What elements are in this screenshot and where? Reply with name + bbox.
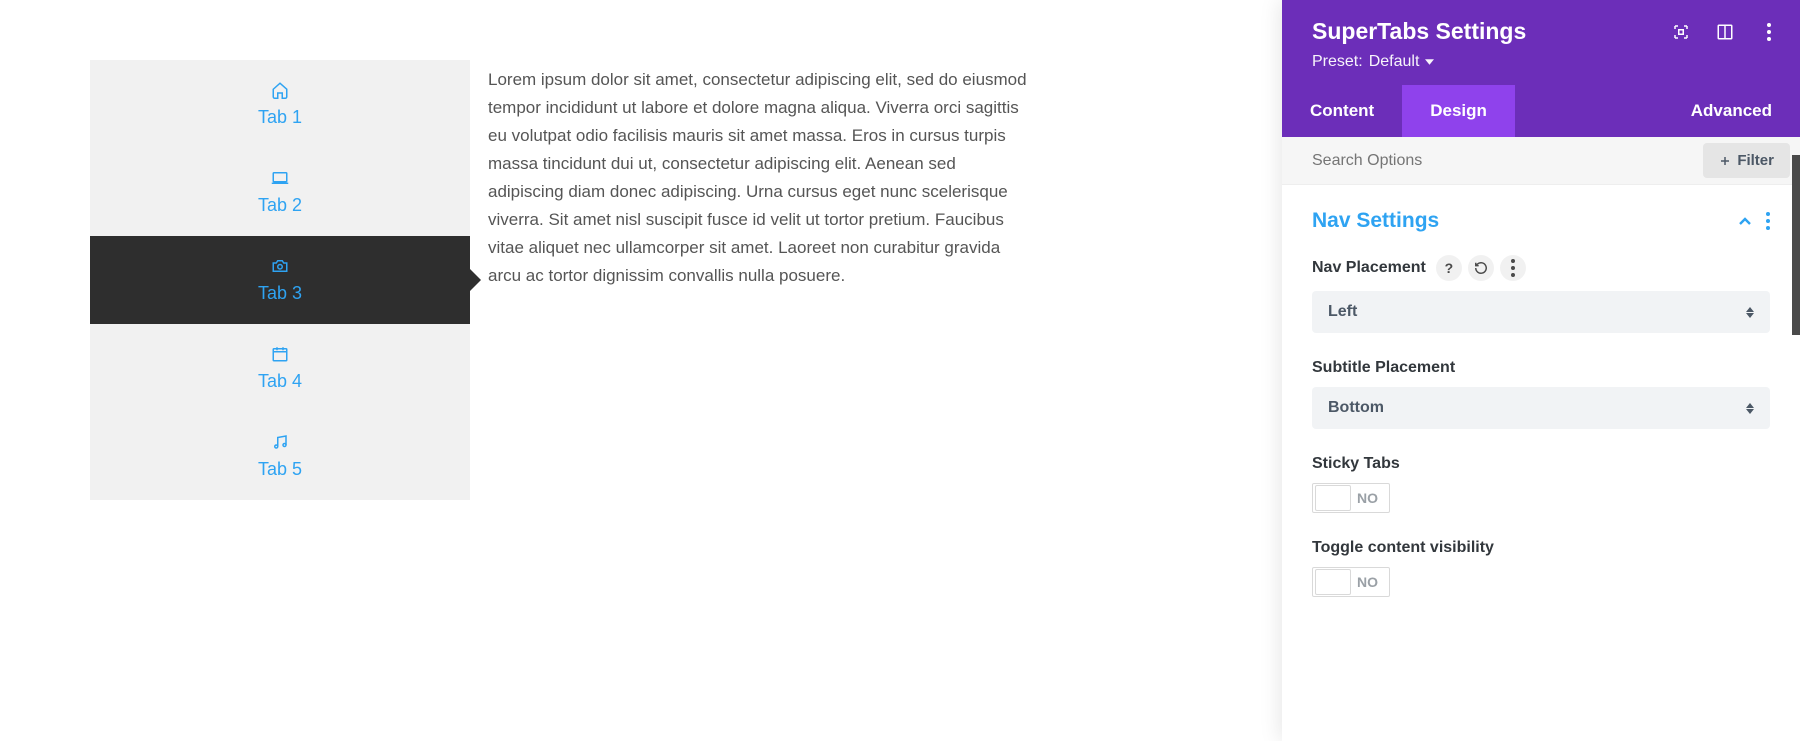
tab-item-3[interactable]: Tab 3 bbox=[90, 236, 470, 324]
subtitle-placement-select[interactable]: Bottom bbox=[1312, 387, 1770, 429]
field-sticky-tabs: Sticky Tabs NO bbox=[1312, 455, 1770, 513]
filter-label: Filter bbox=[1737, 152, 1774, 169]
tab-content-settings[interactable]: Content bbox=[1282, 85, 1402, 137]
tab-nav: Tab 1 Tab 2 Tab 3 Tab 4 Tab 5 bbox=[90, 60, 470, 500]
tab-label: Tab 1 bbox=[258, 107, 302, 128]
tab-content: Lorem ipsum dolor sit amet, consectetur … bbox=[470, 60, 1030, 500]
field-label: Subtitle Placement bbox=[1312, 359, 1455, 377]
panel-layout-icon[interactable] bbox=[1716, 23, 1734, 41]
toggle-knob bbox=[1315, 485, 1351, 511]
section-header[interactable]: Nav Settings bbox=[1312, 209, 1770, 233]
search-row: Filter bbox=[1282, 137, 1800, 185]
field-label: Sticky Tabs bbox=[1312, 455, 1400, 473]
panel-title: SuperTabs Settings bbox=[1312, 18, 1526, 45]
kebab-menu-icon[interactable] bbox=[1766, 212, 1770, 230]
chevron-up-icon[interactable] bbox=[1738, 216, 1752, 226]
laptop-icon bbox=[271, 169, 289, 187]
expand-icon[interactable] bbox=[1672, 23, 1690, 41]
panel-tabs: Content Design Advanced bbox=[1282, 85, 1800, 137]
toggle-value: NO bbox=[1357, 574, 1378, 590]
calendar-icon bbox=[271, 345, 289, 363]
help-icon[interactable]: ? bbox=[1436, 255, 1462, 281]
select-value: Left bbox=[1328, 303, 1357, 321]
tab-item-5[interactable]: Tab 5 bbox=[90, 412, 470, 500]
toggle-value: NO bbox=[1357, 490, 1378, 506]
field-label: Toggle content visibility bbox=[1312, 539, 1494, 557]
section-title: Nav Settings bbox=[1312, 209, 1439, 233]
camera-icon bbox=[271, 257, 289, 275]
tab-label: Tab 4 bbox=[258, 371, 302, 392]
plus-icon bbox=[1719, 155, 1731, 167]
sort-icon bbox=[1746, 307, 1754, 318]
tab-item-4[interactable]: Tab 4 bbox=[90, 324, 470, 412]
field-nav-placement: Nav Placement ? Left bbox=[1312, 255, 1770, 333]
chevron-down-icon bbox=[1425, 59, 1434, 65]
preset-prefix: Preset: bbox=[1312, 53, 1363, 71]
kebab-menu-icon[interactable] bbox=[1500, 255, 1526, 281]
panel-body: Nav Settings Nav Placement ? Left bbox=[1282, 185, 1800, 741]
kebab-menu-icon[interactable] bbox=[1760, 23, 1778, 41]
preview-area: Tab 1 Tab 2 Tab 3 Tab 4 Tab 5 Lorem ipsu… bbox=[90, 60, 1030, 500]
preset-selector[interactable]: Preset: Default bbox=[1312, 53, 1778, 71]
home-icon bbox=[271, 81, 289, 99]
toggle-visibility-toggle[interactable]: NO bbox=[1312, 567, 1390, 597]
music-icon bbox=[271, 433, 289, 451]
field-subtitle-placement: Subtitle Placement Bottom bbox=[1312, 359, 1770, 429]
scrollbar[interactable] bbox=[1792, 155, 1800, 335]
nav-placement-select[interactable]: Left bbox=[1312, 291, 1770, 333]
sticky-tabs-toggle[interactable]: NO bbox=[1312, 483, 1390, 513]
field-label: Nav Placement bbox=[1312, 259, 1426, 277]
reset-icon[interactable] bbox=[1468, 255, 1494, 281]
search-input[interactable] bbox=[1282, 138, 1697, 184]
tab-advanced-settings[interactable]: Advanced bbox=[1663, 85, 1800, 137]
tab-label: Tab 2 bbox=[258, 195, 302, 216]
toggle-knob bbox=[1315, 569, 1351, 595]
panel-header: SuperTabs Settings Preset: Default bbox=[1282, 0, 1800, 85]
select-value: Bottom bbox=[1328, 399, 1384, 417]
settings-panel: SuperTabs Settings Preset: Default Conte… bbox=[1282, 0, 1800, 741]
sort-icon bbox=[1746, 403, 1754, 414]
tab-label: Tab 3 bbox=[258, 283, 302, 304]
tab-design-settings[interactable]: Design bbox=[1402, 85, 1515, 137]
tab-label: Tab 5 bbox=[258, 459, 302, 480]
preset-value: Default bbox=[1369, 53, 1420, 71]
tab-item-1[interactable]: Tab 1 bbox=[90, 60, 470, 148]
tab-item-2[interactable]: Tab 2 bbox=[90, 148, 470, 236]
field-toggle-visibility: Toggle content visibility NO bbox=[1312, 539, 1770, 597]
filter-button[interactable]: Filter bbox=[1703, 143, 1790, 178]
